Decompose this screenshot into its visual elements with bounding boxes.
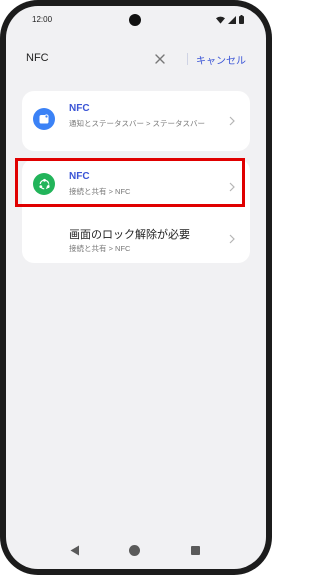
result-item-nfc-statusbar[interactable]: NFC 通知とステータスバー > ステータスバー (22, 91, 250, 151)
highlight-box (15, 158, 245, 207)
navigation-bar (6, 541, 266, 561)
recents-icon[interactable] (191, 546, 200, 555)
signal-icon (228, 15, 236, 24)
screen: 12:00 NFC キャンセル NFC 通知とステータスバー > ステータスバー… (6, 6, 266, 569)
status-time: 12:00 (32, 15, 53, 24)
cancel-button[interactable]: キャンセル (196, 52, 246, 67)
chevron-right-icon (229, 234, 235, 244)
result-subtitle: 接続と共有 > NFC (69, 244, 131, 253)
home-icon[interactable] (129, 545, 140, 556)
camera-cutout (129, 14, 141, 26)
search-bar: NFC キャンセル (6, 48, 266, 72)
search-input[interactable]: NFC (26, 52, 49, 64)
clear-icon[interactable] (153, 52, 167, 66)
system-icons (216, 15, 244, 24)
result-subtitle: 通知とステータスバー > ステータスバー (69, 119, 206, 128)
battery-icon (239, 15, 244, 24)
status-bar: 12:00 (6, 6, 266, 34)
wifi-icon (216, 16, 225, 24)
result-title: NFC (69, 103, 90, 114)
back-icon[interactable] (70, 545, 80, 556)
chevron-right-icon (229, 116, 235, 126)
results-card-1: NFC 通知とステータスバー > ステータスバー (22, 91, 250, 151)
divider (187, 53, 188, 65)
result-item-screen-unlock[interactable]: 画面のロック解除が必要 接続と共有 > NFC (22, 211, 250, 263)
app-window-icon (33, 108, 55, 130)
phone-frame: 12:00 NFC キャンセル NFC 通知とステータスバー > ステータスバー… (0, 0, 272, 575)
result-title: 画面のロック解除が必要 (69, 229, 190, 241)
